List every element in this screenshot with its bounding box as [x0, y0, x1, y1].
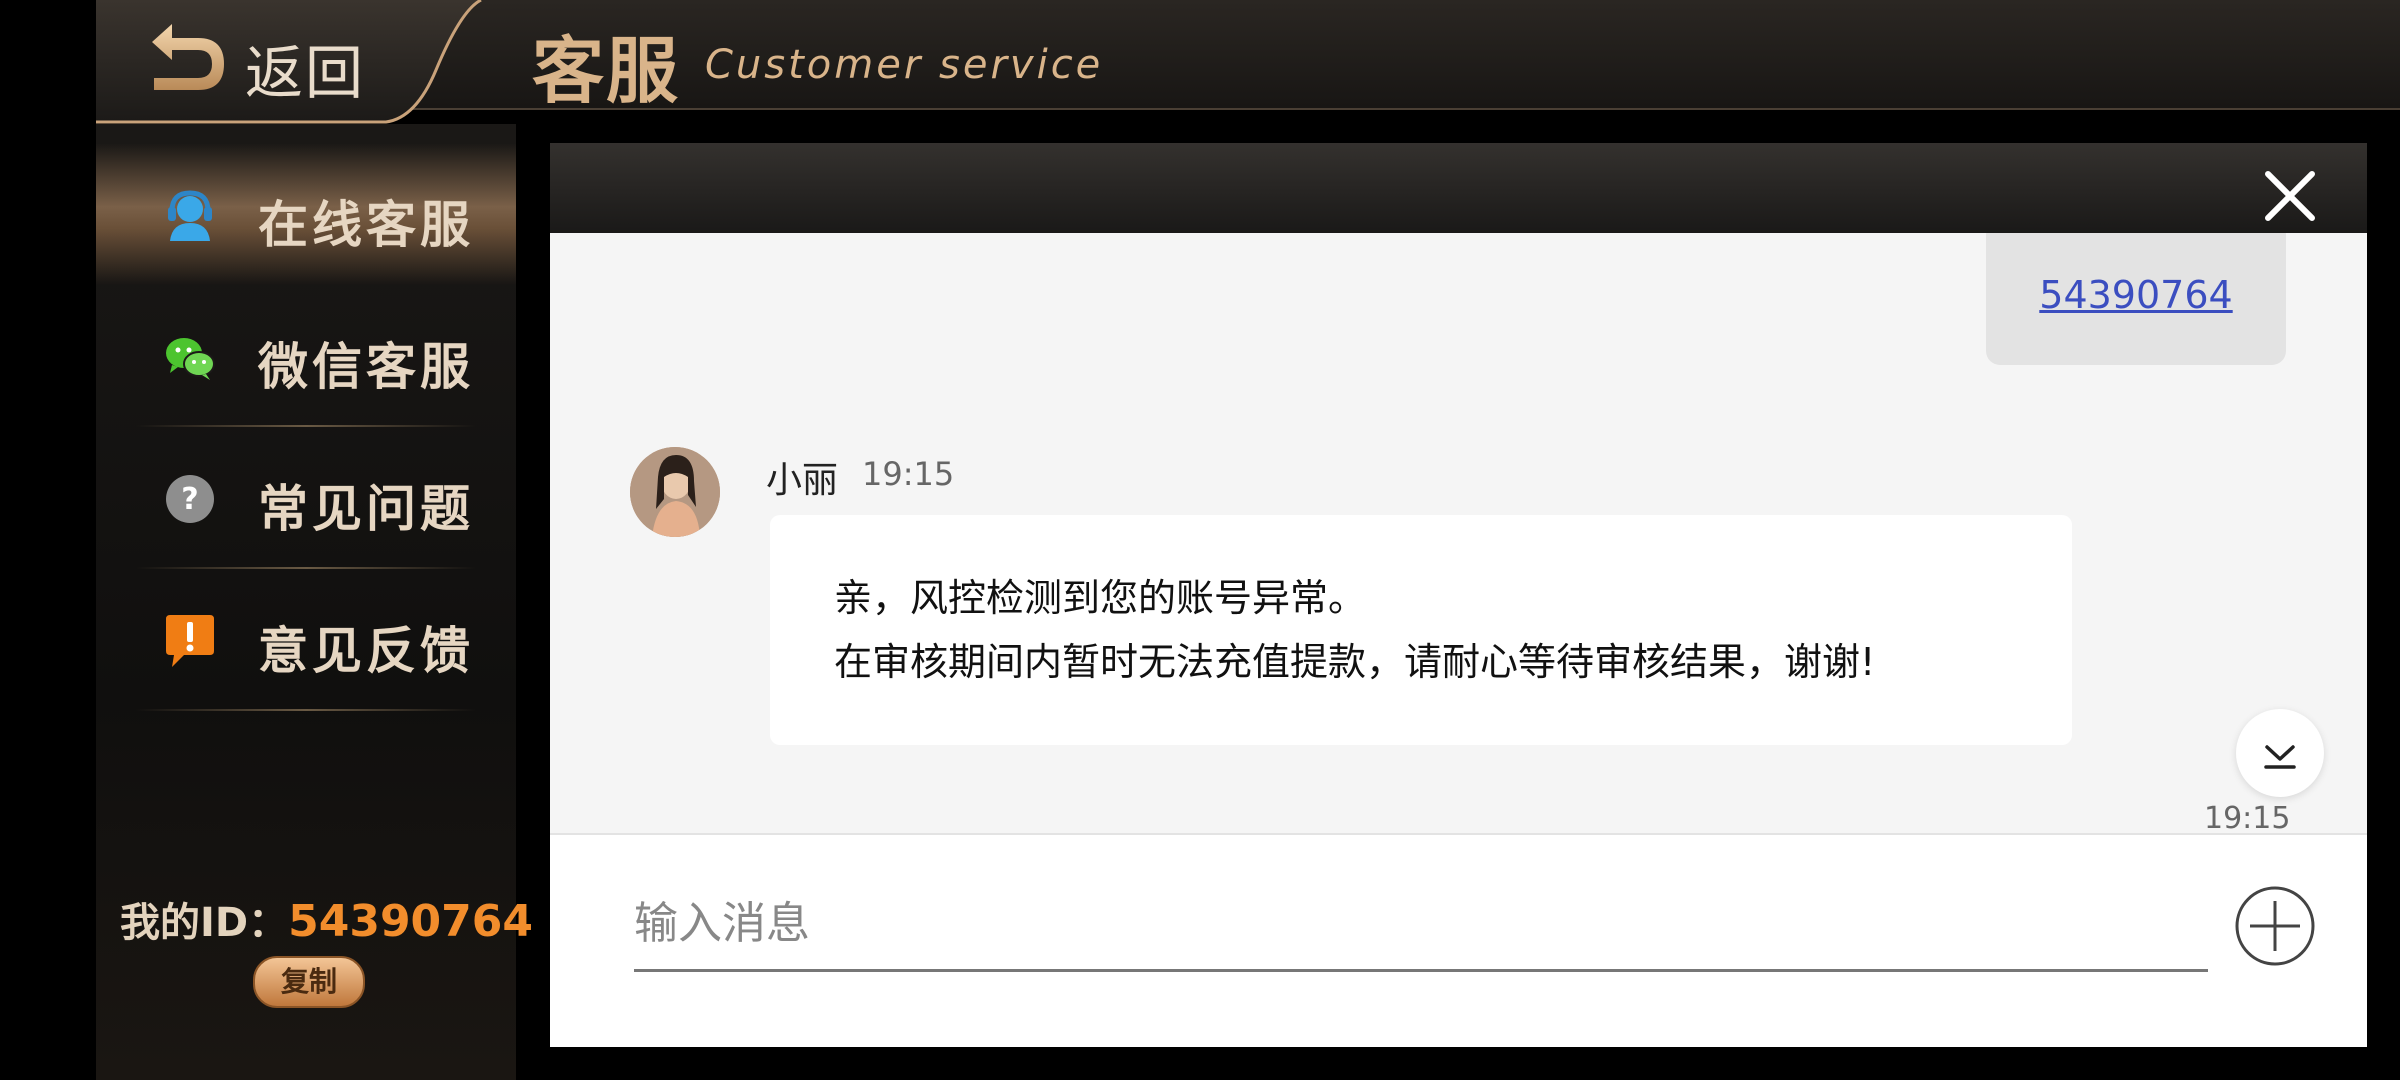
- question-icon: ?: [166, 475, 214, 523]
- agent-message-bubble: 亲，风控检测到您的账号异常。 在审核期间内暂时无法充值提款，请耐心等待审核结果，…: [770, 515, 2072, 745]
- sidebar-item-label: 意见反馈: [258, 622, 474, 680]
- sidebar-item-label: 在线客服: [258, 196, 474, 254]
- page-title: 客服: [532, 29, 681, 113]
- wechat-icon: [166, 338, 215, 380]
- feedback-icon: [166, 615, 214, 667]
- my-id-value: 54390764: [288, 896, 534, 947]
- page-subtitle: Customer service: [705, 42, 1104, 88]
- avatar[interactable]: [630, 447, 720, 537]
- user-message-link[interactable]: 54390764: [1986, 273, 2286, 317]
- message-input[interactable]: [634, 883, 2208, 972]
- message-line: 亲，风控检测到您的账号异常。: [834, 576, 1367, 620]
- message-line: 在审核期间内暂时无法充值提款，请耐心等待审核结果，谢谢!: [834, 640, 1876, 684]
- avatar-image: [630, 447, 720, 537]
- my-id: 我的ID：54390764: [120, 890, 533, 948]
- my-id-label: 我的ID：: [120, 900, 289, 946]
- sidebar-item-faq[interactable]: ? 常见问题: [96, 427, 516, 569]
- sidebar-item-label: 常见问题: [258, 480, 474, 538]
- chat-panel-header: [550, 143, 2367, 233]
- scroll-to-bottom-button[interactable]: [2236, 709, 2324, 797]
- chat-messages[interactable]: 54390764 小丽 19:15 亲，风控检测到您的账号异常。 在审核期间内暂…: [550, 233, 2367, 833]
- close-icon[interactable]: [2262, 168, 2318, 224]
- headset-icon: [168, 190, 212, 241]
- copy-button[interactable]: 复制: [253, 956, 365, 1008]
- agent-name: 小丽: [766, 460, 839, 501]
- user-message-bubble: 54390764: [1986, 233, 2286, 365]
- plus-icon[interactable]: [2234, 885, 2316, 967]
- back-label[interactable]: 返回: [245, 26, 365, 110]
- sidebar-item-wechat-service[interactable]: 微信客服: [96, 285, 516, 427]
- message-timestamp: 19:15: [862, 455, 955, 493]
- message-timestamp: 19:15: [2204, 801, 2291, 833]
- sidebar-item-online-service[interactable]: 在线客服: [96, 143, 516, 285]
- sidebar-item-label: 微信客服: [258, 338, 474, 396]
- sidebar-item-feedback[interactable]: 意见反馈: [96, 569, 516, 711]
- divider: [136, 709, 476, 711]
- back-arrow-icon[interactable]: [146, 20, 228, 96]
- chevron-down-icon: [2264, 745, 2296, 769]
- svg-text:?: ?: [181, 482, 198, 517]
- message-composer: [550, 833, 2367, 1047]
